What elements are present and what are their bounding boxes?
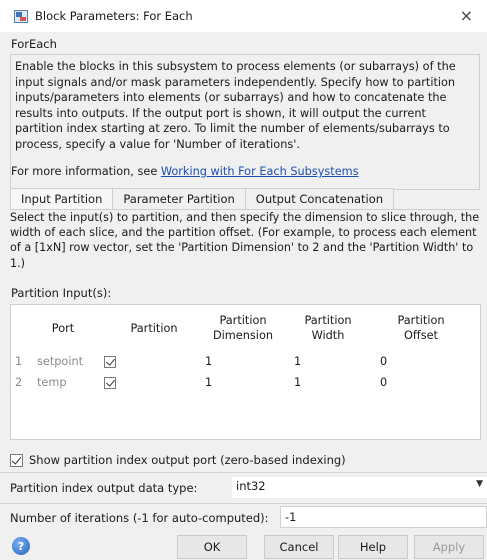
help-icon[interactable]: ? bbox=[12, 537, 30, 555]
chevron-down-icon: ▼ bbox=[476, 479, 483, 489]
table-row[interactable]: 2 temp 1 1 0 bbox=[11, 374, 480, 394]
partition-offset[interactable]: 0 bbox=[380, 355, 387, 368]
partition-width[interactable]: 1 bbox=[294, 376, 301, 389]
show-port-checkbox[interactable] bbox=[10, 453, 23, 467]
port-name: temp bbox=[37, 376, 67, 389]
block-name: ForEach bbox=[11, 37, 57, 51]
partition-offset[interactable]: 0 bbox=[380, 376, 387, 389]
iterations-label: Number of iterations (-1 for auto-comput… bbox=[10, 511, 269, 525]
tab-input-partition[interactable]: Input Partition bbox=[10, 188, 114, 210]
row-index: 1 bbox=[15, 355, 23, 368]
column-header-width: Partition Width bbox=[304, 314, 352, 342]
port-name: setpoint bbox=[37, 355, 84, 368]
block-description: Enable the blocks in this subsystem to p… bbox=[15, 60, 456, 151]
column-header-port: Port bbox=[51, 321, 75, 335]
ok-button[interactable]: OK bbox=[177, 535, 247, 559]
tab-output-concatenation[interactable]: Output Concatenation bbox=[244, 188, 395, 210]
partition-table: Port Partition Partition Dimension Parti… bbox=[10, 304, 481, 440]
column-header-dimension: Partition Dimension bbox=[212, 314, 274, 342]
table-row[interactable]: 1 setpoint 1 1 0 bbox=[11, 353, 480, 373]
window-title: Block Parameters: For Each bbox=[35, 9, 193, 23]
partition-checkbox[interactable] bbox=[104, 356, 116, 368]
row-index: 2 bbox=[15, 376, 23, 389]
show-port-label: Show partition index output port (zero-b… bbox=[29, 453, 346, 467]
close-icon[interactable]: × bbox=[460, 6, 473, 25]
input-partition-description: Select the input(s) to partition, and th… bbox=[10, 211, 480, 270]
table-header: Port Partition Partition Dimension Parti… bbox=[11, 305, 480, 351]
column-header-partition: Partition bbox=[130, 321, 178, 335]
partition-dimension[interactable]: 1 bbox=[205, 376, 212, 389]
tab-bar: Input Partition Parameter Partition Outp… bbox=[10, 188, 395, 210]
partition-width[interactable]: 1 bbox=[294, 355, 301, 368]
partition-checkbox[interactable] bbox=[104, 377, 116, 389]
show-port-option: Show partition index output port (zero-b… bbox=[10, 453, 346, 467]
iterations-input[interactable] bbox=[280, 506, 487, 528]
dtype-label: Partition index output data type: bbox=[10, 481, 198, 495]
dtype-select[interactable]: int32 ▼ bbox=[232, 477, 487, 498]
separator bbox=[0, 472, 487, 473]
more-info-prefix: For more information, see bbox=[11, 165, 161, 178]
more-info-link[interactable]: Working with For Each Subsystems bbox=[161, 165, 359, 178]
cancel-button[interactable]: Cancel bbox=[264, 535, 334, 559]
help-button[interactable]: Help bbox=[338, 535, 408, 559]
more-info: For more information, see Working with F… bbox=[11, 165, 359, 178]
simulink-block-icon bbox=[14, 10, 28, 23]
dtype-value: int32 bbox=[236, 479, 266, 493]
column-header-offset: Partition Offset bbox=[397, 314, 445, 342]
partition-dimension[interactable]: 1 bbox=[205, 355, 212, 368]
title-bar: Block Parameters: For Each × bbox=[0, 0, 487, 32]
partition-inputs-label: Partition Input(s): bbox=[11, 286, 112, 300]
apply-button[interactable]: Apply bbox=[414, 535, 484, 559]
tab-parameter-partition[interactable]: Parameter Partition bbox=[112, 188, 246, 210]
separator bbox=[0, 503, 487, 504]
